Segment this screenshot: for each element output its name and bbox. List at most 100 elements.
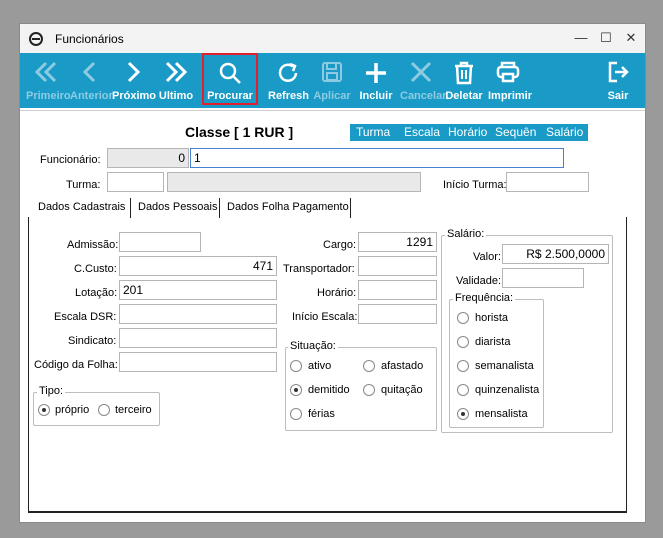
record-links-bar: Turma Escala Horário Sequên Salário (350, 124, 588, 141)
classe-heading: Classe [ 1 RUR ] (185, 124, 294, 140)
primeiro-button[interactable]: Primeiro (26, 53, 71, 108)
double-chevron-left-icon (34, 61, 57, 83)
funcionario-code-field[interactable]: 0 (107, 148, 189, 168)
sequen-link[interactable]: Sequên (495, 125, 536, 139)
horario-field[interactable] (358, 280, 437, 300)
tipo-proprio-label: próprio (55, 404, 90, 416)
escala-dsr-label: Escala DSR: (54, 311, 117, 323)
salario-title: Salário: (445, 228, 487, 240)
transportador-label: Transportador: (283, 263, 355, 275)
anterior-button[interactable]: Anterior (70, 53, 113, 108)
tab-dados-folha-pagamento[interactable]: Dados Folha Pagamento (223, 198, 351, 218)
frequencia-semanalista-radio[interactable] (457, 360, 469, 372)
escala-dsr-field[interactable] (119, 304, 277, 324)
situacao-demitido-label: demitido (308, 384, 350, 396)
frequencia-quinzenalista-label: quinzenalista (475, 384, 540, 396)
frequencia-diarista-label: diarista (475, 336, 511, 348)
inicio-escala-label: Início Escala: (292, 311, 358, 323)
deletar-button[interactable]: Deletar (444, 53, 484, 108)
validade-label: Validade: (456, 275, 502, 287)
escala-link[interactable]: Escala (404, 125, 440, 139)
tipo-title: Tipo: (37, 385, 66, 397)
plus-icon (366, 63, 386, 83)
cargo-label: Cargo: (323, 239, 357, 251)
tipo-terceiro-radio[interactable] (98, 404, 110, 416)
cancelar-button[interactable]: Cancelar (400, 53, 446, 108)
double-chevron-right-icon (165, 61, 188, 83)
funcionario-name-field[interactable]: 1 (190, 148, 564, 168)
situacao-afastado-label: afastado (381, 360, 424, 372)
aplicar-button[interactable]: Aplicar (312, 53, 352, 108)
window-title: Funcionários (55, 32, 124, 46)
refresh-icon (278, 62, 298, 82)
turma-label: Turma: (66, 179, 101, 191)
frequencia-semanalista-label: semanalista (475, 360, 534, 372)
sindicato-field[interactable] (119, 328, 277, 348)
sindicato-label: Sindicato: (68, 335, 117, 347)
ultimo-button[interactable]: Ultimo (156, 53, 196, 108)
save-icon (322, 62, 342, 82)
valor-label: Valor: (473, 251, 501, 263)
window: Funcionários — ☐ ✕ Primeiro Anterior Pró… (19, 23, 646, 523)
admissao-label: Admissão: (67, 239, 119, 251)
validade-field[interactable] (502, 268, 584, 288)
salario-link[interactable]: Salário (546, 125, 583, 139)
refresh-button[interactable]: Refresh (268, 53, 309, 108)
situacao-quitacao-label: quitação (381, 384, 423, 396)
frequencia-horista-radio[interactable] (457, 312, 469, 324)
printer-icon (496, 61, 520, 83)
procurar-highlight (202, 53, 258, 105)
valor-field[interactable]: R$ 2.500,0000 (502, 244, 609, 264)
imprimir-button[interactable]: Imprimir (488, 53, 532, 108)
frequencia-quinzenalista-radio[interactable] (457, 384, 469, 396)
maximize-button[interactable]: ☐ (596, 29, 616, 47)
app-logo-icon (29, 32, 43, 46)
ccusto-field[interactable]: 471 (119, 256, 277, 276)
situacao-ativo-label: ativo (308, 360, 332, 372)
inicio-turma-field[interactable] (506, 172, 589, 192)
turma-link[interactable]: Turma (356, 125, 390, 139)
trash-icon (455, 61, 473, 85)
cargo-field[interactable]: 1291 (358, 232, 437, 252)
chevron-left-icon (82, 61, 96, 83)
ccusto-label: C.Custo: (74, 263, 117, 275)
situacao-quitacao-radio[interactable] (363, 384, 375, 396)
turma-name-field (167, 172, 421, 192)
frequencia-title: Frequência: (453, 292, 516, 304)
tab-dados-pessoais[interactable]: Dados Pessoais (134, 198, 220, 218)
title-bar: Funcionários — ☐ ✕ (20, 24, 645, 53)
tab-dados-cadastrais[interactable]: Dados Cadastrais (34, 198, 131, 218)
tipo-terceiro-label: terceiro (115, 404, 152, 416)
proximo-button[interactable]: Próximo (112, 53, 156, 108)
transportador-field[interactable] (358, 256, 437, 276)
admissao-field[interactable] (119, 232, 201, 252)
situacao-title: Situação: (288, 340, 338, 352)
horario-link[interactable]: Horário (448, 125, 487, 139)
frequencia-diarista-radio[interactable] (457, 336, 469, 348)
codigo-folha-field[interactable] (119, 352, 277, 372)
situacao-afastado-radio[interactable] (363, 360, 375, 372)
separator (20, 110, 645, 111)
codigo-folha-label: Código da Folha: (34, 359, 118, 371)
frequencia-horista-label: horista (475, 312, 509, 324)
lotacao-field[interactable]: 201 (119, 280, 277, 300)
inicio-escala-field[interactable] (358, 304, 437, 324)
situacao-ativo-radio[interactable] (290, 360, 302, 372)
close-button[interactable]: ✕ (621, 29, 641, 47)
turma-code-field[interactable] (107, 172, 164, 192)
frequencia-mensalista-radio[interactable] (457, 408, 469, 420)
minimize-button[interactable]: — (571, 29, 591, 47)
x-icon (410, 61, 432, 83)
exit-icon (608, 61, 629, 83)
situacao-demitido-radio[interactable] (290, 384, 302, 396)
inicio-turma-label: Início Turma: (443, 179, 507, 191)
horario-label: Horário: (317, 287, 357, 299)
sair-button[interactable]: Sair (598, 53, 638, 108)
tipo-proprio-radio[interactable] (38, 404, 50, 416)
toolbar: Primeiro Anterior Próximo Ultimo Procura… (20, 53, 645, 108)
incluir-button[interactable]: Incluir (356, 53, 396, 108)
situacao-ferias-radio[interactable] (290, 408, 302, 420)
situacao-ferias-label: férias (308, 408, 335, 420)
funcionario-label: Funcionário: (40, 154, 101, 166)
lotacao-label: Lotação: (75, 287, 118, 299)
